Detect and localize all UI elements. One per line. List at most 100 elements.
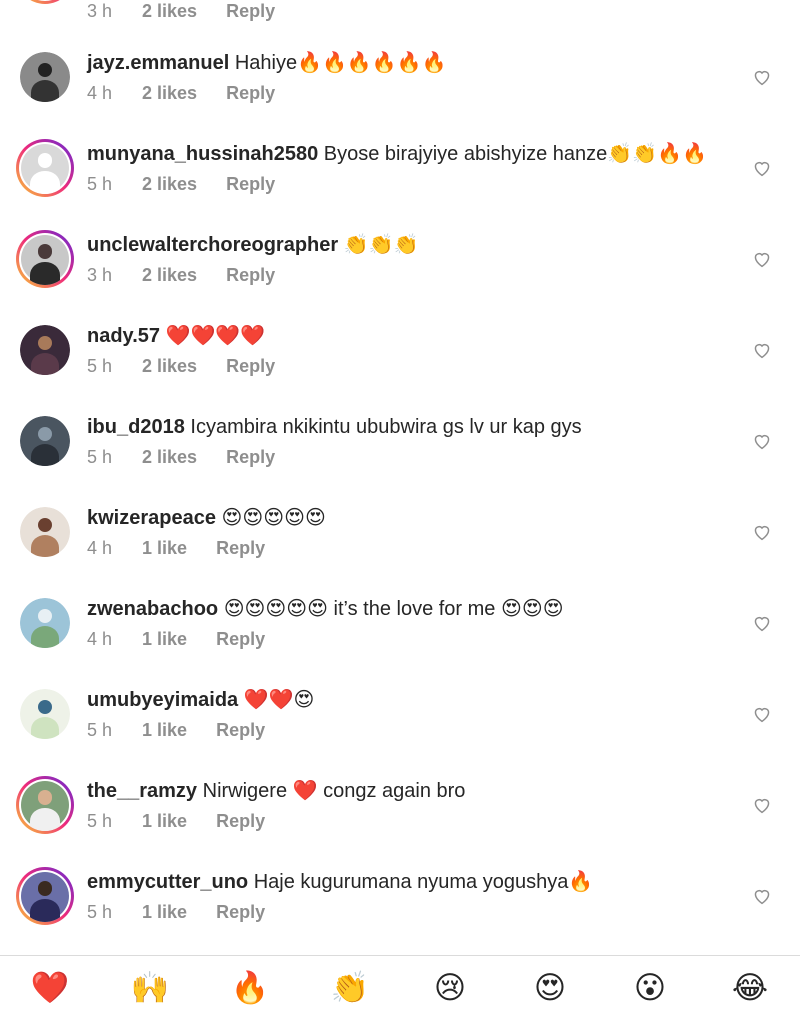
like-heart-icon[interactable] bbox=[752, 705, 772, 723]
reply-button[interactable]: Reply bbox=[226, 264, 275, 286]
avatar[interactable] bbox=[20, 325, 70, 375]
comment-text-line: unclewalterchoreographer 👏👏👏 bbox=[87, 232, 418, 258]
avatar[interactable] bbox=[16, 776, 74, 834]
comment-username[interactable]: unclewalterchoreographer bbox=[87, 234, 338, 256]
reply-button[interactable]: Reply bbox=[226, 173, 275, 195]
reply-button[interactable]: Reply bbox=[226, 355, 275, 377]
comment-meta: 3 h 2 likes Reply bbox=[87, 264, 275, 286]
comment-body: Nirwigere ❤️ congz again bro bbox=[202, 780, 466, 802]
comment-likes[interactable]: 2 likes bbox=[142, 0, 197, 22]
comment-likes[interactable]: 1 like bbox=[142, 901, 187, 923]
raising-hands-emoji-button[interactable]: 🙌 bbox=[130, 968, 170, 1008]
comment-text-line: jayz.emmanuel Hahiye🔥🔥🔥🔥🔥🔥 bbox=[87, 50, 447, 76]
avatar[interactable] bbox=[16, 0, 74, 4]
comment-body: Hahiye🔥🔥🔥🔥🔥🔥 bbox=[234, 52, 447, 74]
comment-text-line: the__ramzy Nirwigere ❤️ congz again bro bbox=[87, 778, 465, 804]
heart-eyes-emoji-button[interactable]: 😍 bbox=[530, 968, 570, 1008]
tears-of-joy-emoji-button[interactable]: 😂 bbox=[730, 968, 770, 1008]
reply-button[interactable]: Reply bbox=[216, 628, 265, 650]
comment-time: 5 h bbox=[87, 811, 113, 831]
comment-meta: 4 h 1 like Reply bbox=[87, 537, 265, 559]
comment-username[interactable]: nady.57 bbox=[87, 325, 160, 347]
reply-button[interactable]: Reply bbox=[226, 0, 275, 22]
comment-username[interactable]: ibu_d2018 bbox=[87, 416, 185, 438]
comment-body: Haje kugurumana nyuma yogushya🔥 bbox=[253, 871, 594, 893]
like-heart-icon[interactable] bbox=[752, 523, 772, 541]
avatar[interactable] bbox=[20, 689, 70, 739]
comment-username[interactable]: munyana_hussinah2580 bbox=[87, 143, 318, 165]
comment-meta: 4 h 1 like Reply bbox=[87, 628, 265, 650]
like-heart-icon[interactable] bbox=[752, 432, 772, 450]
comment-likes[interactable]: 1 like bbox=[142, 537, 187, 559]
like-heart-icon[interactable] bbox=[752, 159, 772, 177]
like-heart-icon[interactable] bbox=[752, 614, 772, 632]
reply-button[interactable]: Reply bbox=[226, 446, 275, 468]
reply-button[interactable]: Reply bbox=[216, 719, 265, 741]
comment-text-line: kwizerapeace 😍😍😍😍😍 bbox=[87, 505, 326, 531]
avatar[interactable] bbox=[16, 139, 74, 197]
comments-list: 3 h 2 likes Reply jayz.emmanuel Hahiye🔥🔥… bbox=[0, 0, 800, 955]
comment-time: 5 h bbox=[87, 174, 113, 194]
comment-item: unclewalterchoreographer 👏👏👏 3 h 2 likes… bbox=[0, 230, 800, 323]
comment-item: jayz.emmanuel Hahiye🔥🔥🔥🔥🔥🔥 4 h 2 likes R… bbox=[0, 50, 800, 141]
comment-username[interactable]: zwenabachoo bbox=[87, 598, 218, 620]
comment-username[interactable]: jayz.emmanuel bbox=[87, 52, 229, 74]
comment-time: 3 h bbox=[87, 265, 113, 285]
comment-time: 5 h bbox=[87, 720, 113, 740]
comment-text-line: ibu_d2018 Icyambira nkikintu ububwira gs… bbox=[87, 414, 582, 440]
comment-item: umubyeyimaida ❤️❤️😍 5 h 1 like Reply bbox=[0, 687, 800, 778]
like-heart-icon[interactable] bbox=[752, 887, 772, 905]
comment-time: 5 h bbox=[87, 447, 113, 467]
comment-meta: 3 h 2 likes Reply bbox=[87, 0, 275, 22]
comment-meta: 5 h 1 like Reply bbox=[87, 810, 265, 832]
avatar[interactable] bbox=[16, 867, 74, 925]
comment-body: ❤️❤️❤️❤️ bbox=[165, 325, 266, 347]
comment-time: 4 h bbox=[87, 538, 113, 558]
comment-text-line: emmycutter_uno Haje kugurumana nyuma yog… bbox=[87, 869, 593, 895]
avatar[interactable] bbox=[20, 416, 70, 466]
reply-button[interactable]: Reply bbox=[216, 901, 265, 923]
comment-likes[interactable]: 1 like bbox=[142, 628, 187, 650]
red-heart-emoji-button[interactable]: ❤️ bbox=[30, 968, 70, 1008]
comment-time: 4 h bbox=[87, 629, 113, 649]
avatar[interactable] bbox=[20, 598, 70, 648]
surprised-face-emoji-button[interactable]: 😮 bbox=[630, 968, 670, 1008]
comment-body: Byose birajyiye abishyize hanze👏👏🔥🔥 bbox=[323, 143, 707, 165]
comment-likes[interactable]: 1 like bbox=[142, 810, 187, 832]
comment-meta: 5 h 2 likes Reply bbox=[87, 446, 275, 468]
comment-likes[interactable]: 1 like bbox=[142, 719, 187, 741]
avatar[interactable] bbox=[20, 52, 70, 102]
comment-time: 4 h bbox=[87, 83, 113, 103]
comment-username[interactable]: the__ramzy bbox=[87, 780, 197, 802]
comment-meta: 5 h 1 like Reply bbox=[87, 719, 265, 741]
comment-item: nady.57 ❤️❤️❤️❤️ 5 h 2 likes Reply bbox=[0, 323, 800, 414]
like-heart-icon[interactable] bbox=[752, 250, 772, 268]
comment-time: 5 h bbox=[87, 356, 113, 376]
reply-button[interactable]: Reply bbox=[216, 810, 265, 832]
like-heart-icon[interactable] bbox=[752, 341, 772, 359]
comment-username[interactable]: emmycutter_uno bbox=[87, 871, 248, 893]
fire-emoji-button[interactable]: 🔥 bbox=[230, 968, 270, 1008]
like-heart-icon[interactable] bbox=[752, 796, 772, 814]
crying-face-emoji-button[interactable]: 😢 bbox=[430, 968, 470, 1008]
comment-meta: 5 h 2 likes Reply bbox=[87, 355, 275, 377]
comment-likes[interactable]: 2 likes bbox=[142, 82, 197, 104]
comment-likes[interactable]: 2 likes bbox=[142, 446, 197, 468]
like-heart-icon[interactable] bbox=[752, 68, 772, 86]
comment-likes[interactable]: 2 likes bbox=[142, 264, 197, 286]
comment-meta: 4 h 2 likes Reply bbox=[87, 82, 275, 104]
comment-likes[interactable]: 2 likes bbox=[142, 173, 197, 195]
reply-button[interactable]: Reply bbox=[216, 537, 265, 559]
reply-button[interactable]: Reply bbox=[226, 82, 275, 104]
comment-likes[interactable]: 2 likes bbox=[142, 355, 197, 377]
avatar[interactable] bbox=[20, 507, 70, 557]
comment-item: kwizerapeace 😍😍😍😍😍 4 h 1 like Reply bbox=[0, 505, 800, 596]
comment-username[interactable]: kwizerapeace bbox=[87, 507, 216, 529]
comment-text-line: zwenabachoo 😍😍😍😍😍 it’s the love for me 😍… bbox=[87, 596, 564, 622]
clapping-hands-emoji-button[interactable]: 👏 bbox=[330, 968, 370, 1008]
avatar[interactable] bbox=[16, 230, 74, 288]
comment-text-line: nady.57 ❤️❤️❤️❤️ bbox=[87, 323, 265, 349]
comment-body: Icyambira nkikintu ububwira gs lv ur kap… bbox=[190, 416, 582, 438]
comment-body: 👏👏👏 bbox=[343, 234, 419, 256]
comment-username[interactable]: umubyeyimaida bbox=[87, 689, 238, 711]
